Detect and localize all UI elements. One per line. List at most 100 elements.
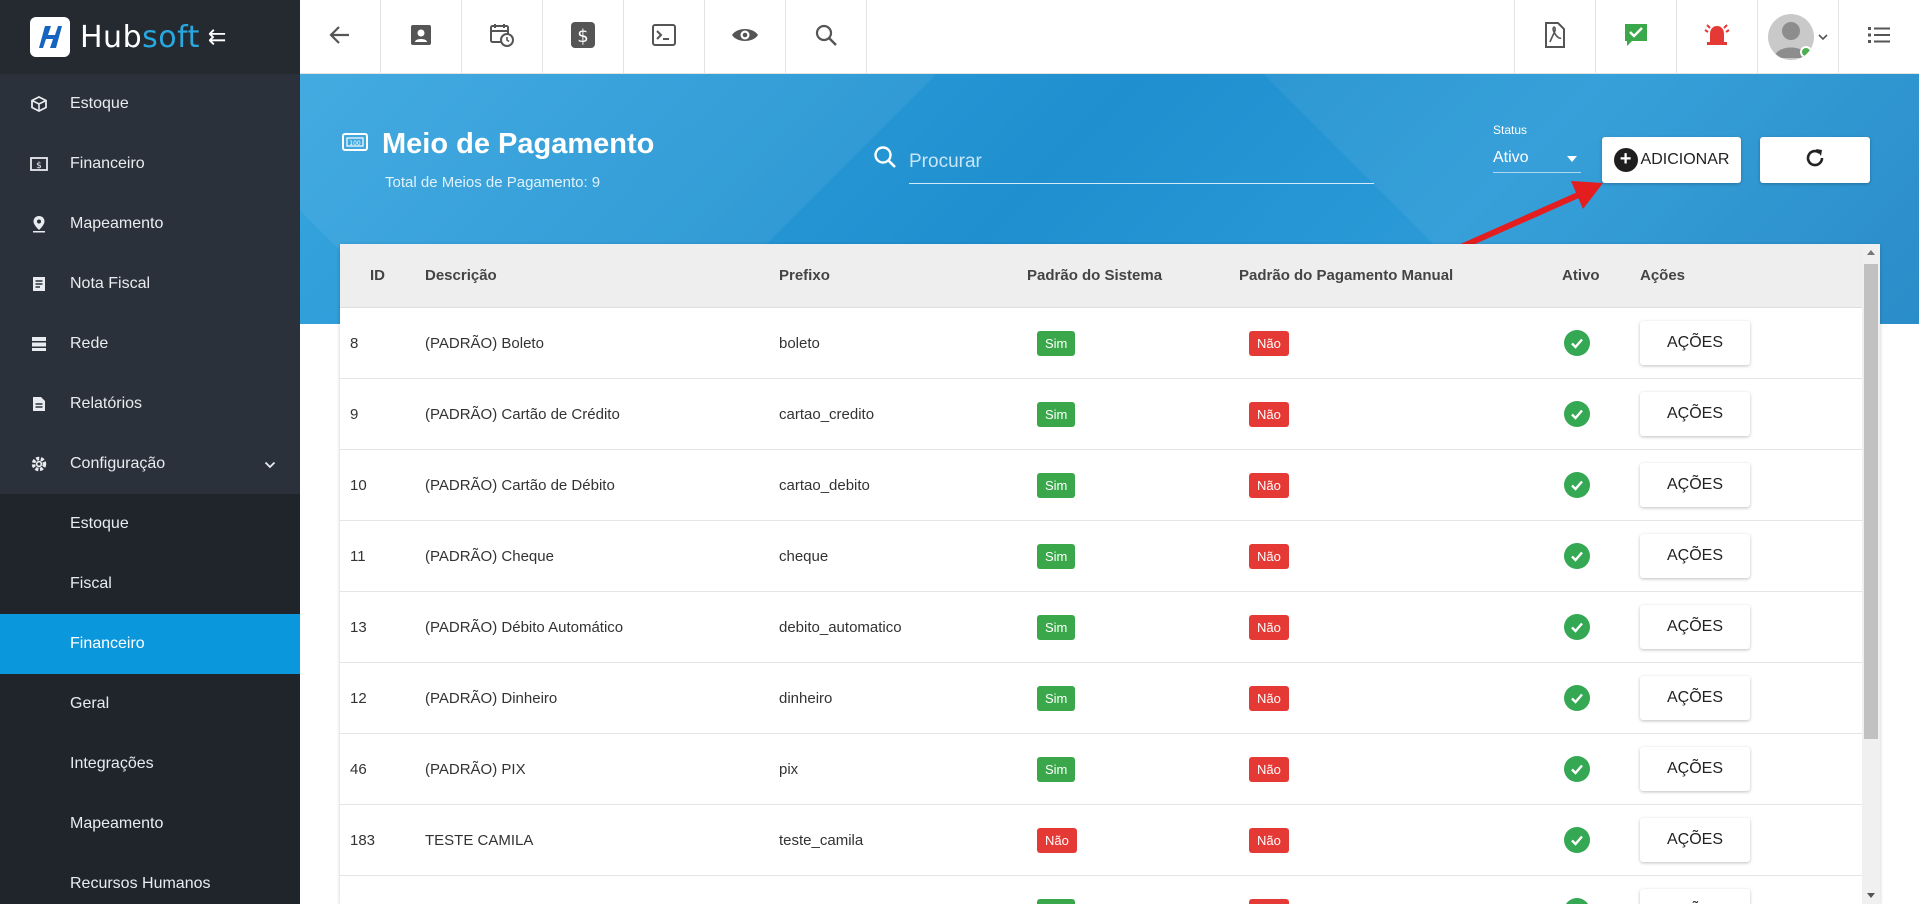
finance-button[interactable]: $: [543, 0, 624, 74]
table-row[interactable]: 10 (PADRÃO) Cartão de Débito cartao_debito…: [340, 450, 1880, 521]
cell-prefixo: pix: [779, 760, 799, 778]
acoes-button[interactable]: AÇÕES: [1640, 818, 1750, 862]
back-button[interactable]: [300, 0, 381, 74]
sidebar-item-estoque[interactable]: Estoque: [0, 74, 300, 134]
column-header-padrao-sistema[interactable]: Padrão do Sistema: [1027, 267, 1239, 284]
contact-button[interactable]: [381, 0, 462, 74]
acoes-button[interactable]: AÇÕES: [1640, 392, 1750, 436]
status-badge: Não: [1249, 614, 1289, 640]
table-row[interactable]: 13 (PADRÃO) Débito Automático debito_autom…: [340, 592, 1880, 663]
sidebar-subitem-fiscal[interactable]: Fiscal: [0, 554, 300, 614]
payment-icon: 100: [342, 132, 368, 157]
status-badge: Não: [1249, 685, 1289, 711]
sidebar-item-configuracao[interactable]: Configuração: [0, 434, 300, 494]
cell-acoes: AÇÕES: [1640, 534, 1840, 578]
sidebar-subitem-estoque[interactable]: Estoque: [0, 494, 300, 554]
cell-id: 46: [350, 760, 367, 778]
box-icon: [30, 95, 48, 113]
cell-padrao-sistema: Sim: [1027, 472, 1239, 498]
column-header-prefixo[interactable]: Prefixo: [779, 267, 1027, 284]
cell-acoes: AÇÕES: [1640, 818, 1840, 862]
cell-padrao-sistema: Sim: [1027, 685, 1239, 711]
table-row[interactable]: 8 (PADRÃO) Boleto boleto Sim Não AÇÕES: [340, 308, 1880, 379]
column-header-ativo[interactable]: Ativo: [1562, 267, 1640, 284]
sidebar-subitem-financeiro[interactable]: Financeiro: [0, 614, 300, 674]
svg-text:$: $: [36, 161, 42, 171]
acoes-button[interactable]: AÇÕES: [1640, 463, 1750, 507]
table-row[interactable]: Sim Não AÇÕES: [340, 876, 1880, 904]
terminal-button[interactable]: [624, 0, 705, 74]
refresh-button[interactable]: [1760, 137, 1870, 183]
status-badge: Sim: [1037, 543, 1076, 569]
sidebar-subitem-geral[interactable]: Geral: [0, 674, 300, 734]
acoes-button[interactable]: AÇÕES: [1640, 321, 1750, 365]
sidebar-item-label: Estoque: [70, 515, 129, 532]
acoes-button[interactable]: AÇÕES: [1640, 676, 1750, 720]
table-row[interactable]: 46 (PADRÃO) PIX pix Sim Não AÇÕES: [340, 734, 1880, 805]
scroll-up-icon[interactable]: [1867, 250, 1875, 255]
table-row[interactable]: 12 (PADRÃO) Dinheiro dinheiro Sim Não AÇÕES: [340, 663, 1880, 734]
sidebar-subitem-mapeamento[interactable]: Mapeamento: [0, 794, 300, 854]
table-scrollbar[interactable]: [1862, 244, 1880, 904]
cell-descricao: (PADRÃO) Cheque: [425, 547, 554, 565]
hubsoft-logo-icon[interactable]: [30, 17, 70, 57]
sidebar-item-label: Mapeamento: [70, 215, 164, 232]
table-row[interactable]: 9 (PADRÃO) Cartão de Crédito cartao_credit…: [340, 379, 1880, 450]
cell-acoes: AÇÕES: [1640, 392, 1840, 436]
cell-prefixo: cartao_credito: [779, 405, 875, 423]
pdf-button[interactable]: [1514, 0, 1595, 74]
sidebar-item-mapeamento[interactable]: Mapeamento: [0, 194, 300, 254]
user-menu[interactable]: [1757, 0, 1838, 74]
sidebar-item-rede[interactable]: Rede: [0, 314, 300, 374]
check-circle-icon: [1564, 756, 1590, 782]
cell-id: 9: [350, 405, 359, 423]
menu-list-button[interactable]: [1838, 0, 1919, 74]
cell-acoes: AÇÕES: [1640, 747, 1840, 791]
status-badge: Sim: [1037, 685, 1076, 711]
cell-acoes: AÇÕES: [1640, 463, 1840, 507]
messages-button[interactable]: [1595, 0, 1676, 74]
scroll-down-icon[interactable]: [1867, 893, 1875, 898]
acoes-button[interactable]: AÇÕES: [1640, 889, 1750, 904]
table-row[interactable]: 183 TESTE CAMILA teste_camila Não Não AÇÕES: [340, 805, 1880, 876]
scroll-thumb[interactable]: [1864, 264, 1878, 739]
cell-id: 8: [350, 334, 359, 352]
cell-acoes: AÇÕES: [1640, 605, 1840, 649]
acoes-button[interactable]: AÇÕES: [1640, 605, 1750, 649]
status-badge: Não: [1249, 401, 1289, 427]
sidebar-item-label: Nota Fiscal: [70, 275, 151, 292]
contact-card-icon: [409, 23, 433, 52]
table-row[interactable]: 11 (PADRÃO) Cheque cheque Sim Não AÇÕES: [340, 521, 1880, 592]
collapse-menu-icon[interactable]: ⇇: [208, 26, 226, 48]
view-button[interactable]: [705, 0, 786, 74]
column-header-padrao-manual[interactable]: Padrão do Pagamento Manual: [1239, 267, 1562, 284]
cell-descricao: (PADRÃO) Débito Automático: [425, 618, 624, 636]
search-button[interactable]: [786, 0, 867, 74]
acoes-button[interactable]: AÇÕES: [1640, 534, 1750, 578]
terminal-icon: [652, 23, 676, 51]
cell-padrao-manual: Não: [1239, 401, 1562, 427]
status-badge: Sim: [1037, 472, 1076, 498]
cell-descricao: (PADRÃO) Dinheiro: [425, 689, 558, 707]
sidebar-item-relatorios[interactable]: Relatórios: [0, 374, 300, 434]
cell-ativo: [1562, 756, 1640, 782]
status-badge: Sim: [1037, 401, 1076, 427]
check-circle-icon: [1564, 330, 1590, 356]
search-input[interactable]: [909, 140, 1374, 184]
sidebar-item-label: Geral: [70, 695, 110, 712]
alarm-button[interactable]: [1676, 0, 1757, 74]
status-select[interactable]: Ativo: [1493, 143, 1581, 173]
add-button[interactable]: + ADICIONAR: [1602, 137, 1741, 183]
column-header-acoes: Ações: [1640, 267, 1686, 284]
sidebar-subitem-recursos-humanos[interactable]: Recursos Humanos: [0, 854, 300, 904]
check-circle-icon: [1564, 614, 1590, 640]
schedule-button[interactable]: [462, 0, 543, 74]
status-filter: Status Ativo: [1493, 123, 1581, 173]
acoes-button[interactable]: AÇÕES: [1640, 747, 1750, 791]
column-header-id[interactable]: ID: [340, 267, 425, 284]
sidebar-subitem-integracoes[interactable]: Integrações: [0, 734, 300, 794]
sidebar-item-financeiro[interactable]: $ Financeiro: [0, 134, 300, 194]
check-circle-icon: [1564, 401, 1590, 427]
sidebar-item-nota-fiscal[interactable]: Nota Fiscal: [0, 254, 300, 314]
column-header-descricao[interactable]: Descrição: [425, 267, 779, 284]
